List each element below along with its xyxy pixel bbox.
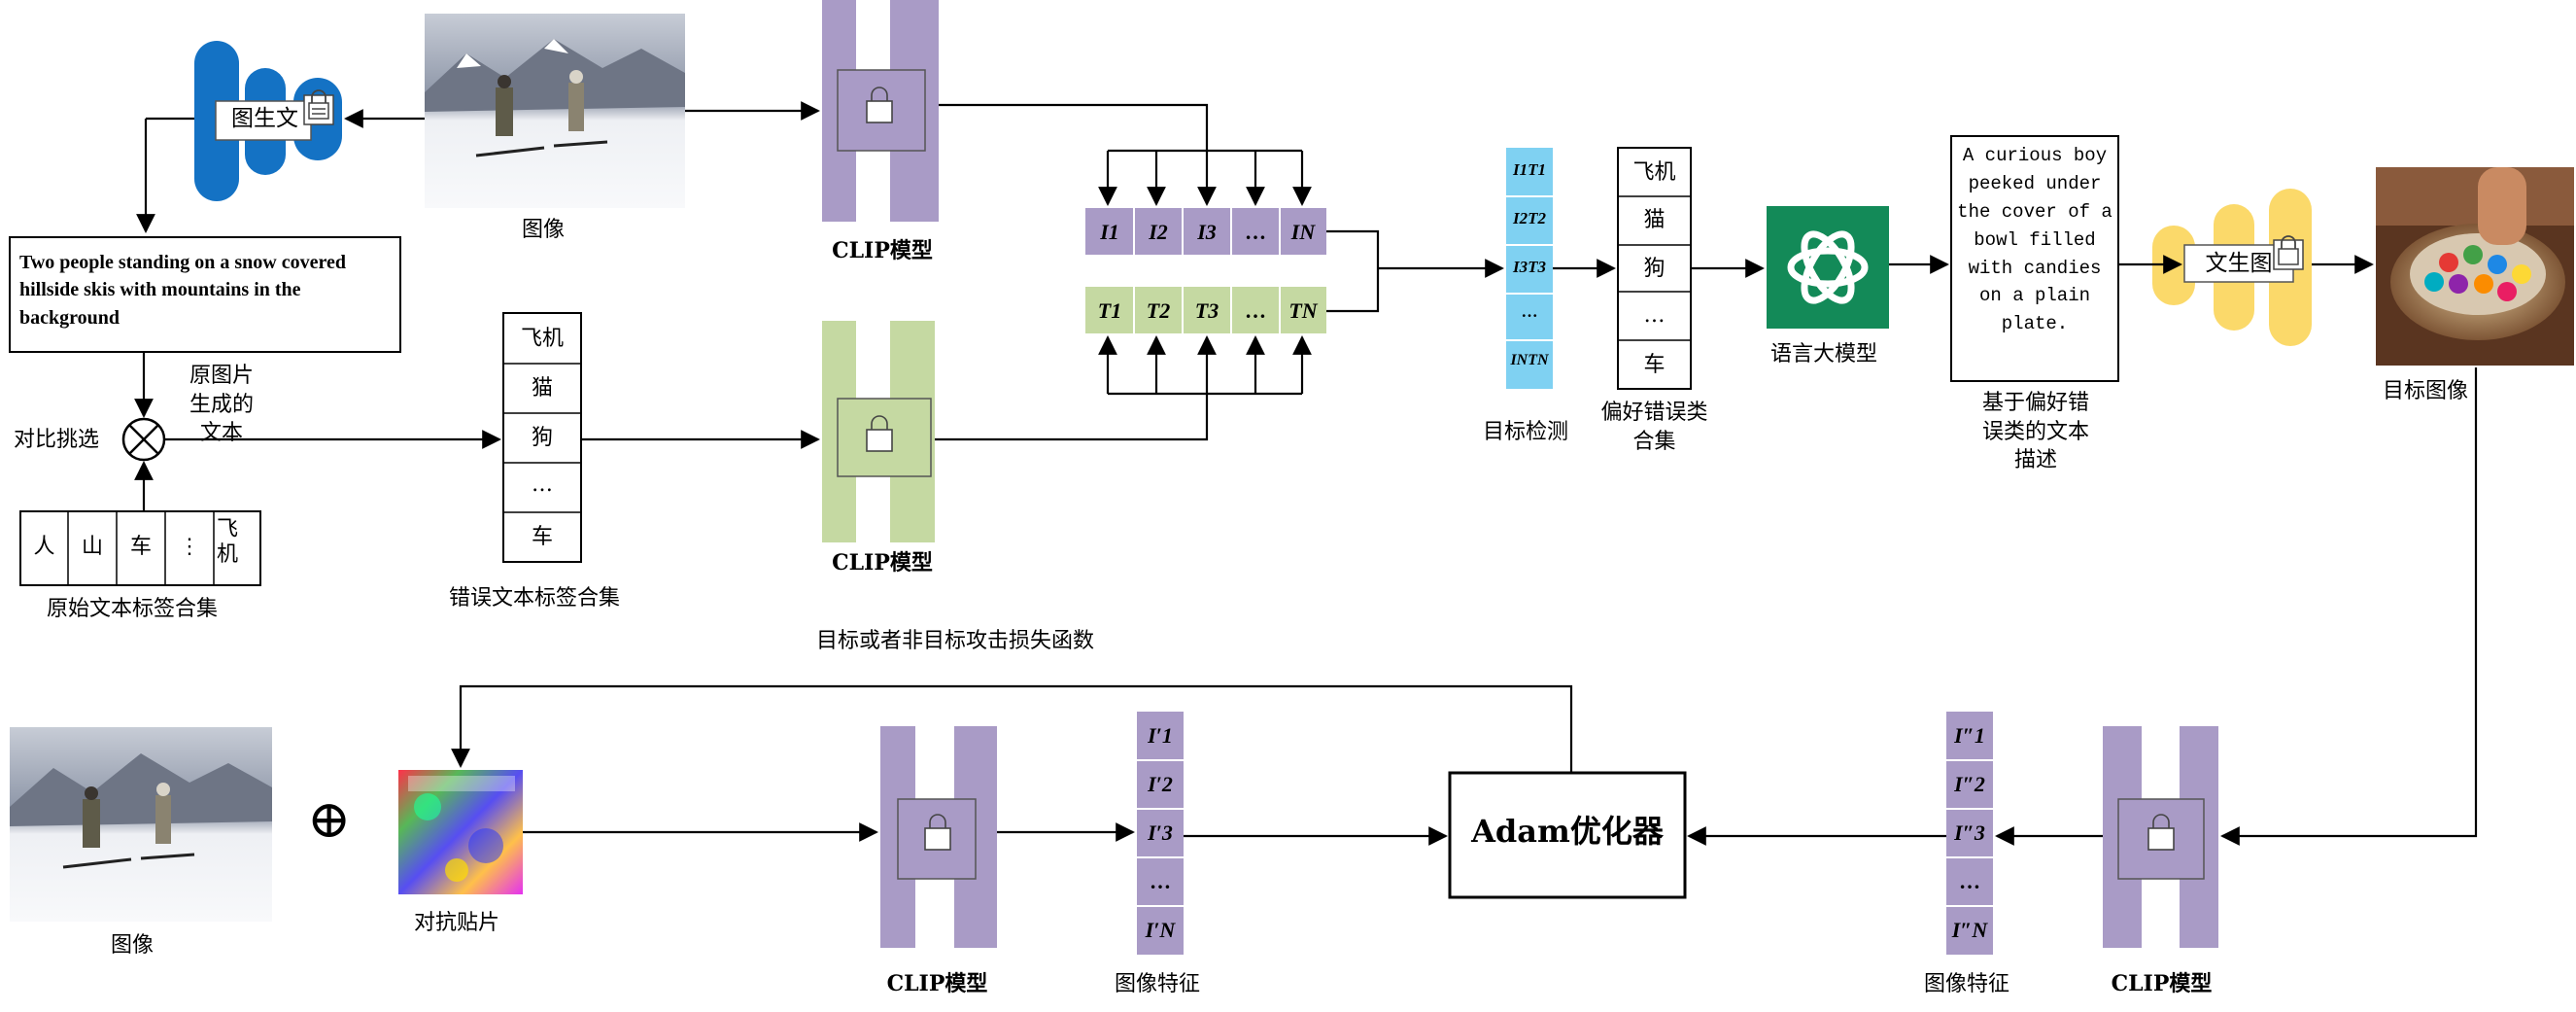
loss-label: 目标或者非目标攻击损失函数 [816,629,1095,653]
ski-photo-top [425,14,685,208]
feat-label-b: 图像特征 [1924,972,2010,996]
feat-b-1: I″2 [1954,772,1985,796]
feat-a-4: I′N [1145,918,1176,942]
orig-caption-label: 原图片生成的文本 [189,364,254,446]
llm-label: 语言大模型 [1770,342,1878,366]
orig-tag-1: 山 [81,535,103,559]
det-item-4: INTN [1510,352,1549,368]
clip-label-bottom-left: CLIP模型 [886,971,988,996]
ski-photo-bottom [10,727,272,922]
image-feat-0: I1 [1100,220,1119,244]
wrong-tag-0: 飞机 [520,327,564,351]
desc-text: A curious boy peeked under the cover of … [1957,145,2112,335]
det-item-1: I2T2 [1513,209,1546,227]
feat-a-3: … [1150,869,1171,893]
image-label-bottom: 图像 [111,933,155,958]
target-image [2376,167,2574,366]
wrong-tags-label: 错误文本标签合集 [449,586,621,611]
llm-logo-icon [1767,206,1889,329]
adam-label: Adam优化器 [1471,813,1664,850]
det-label: 目标检测 [1483,420,1569,444]
det-item-2: I3T3 [1513,258,1546,276]
orig-tag-2: 车 [129,535,152,559]
orig-tag-3: ⋮ [179,535,200,559]
feat-label-a: 图像特征 [1115,972,1201,996]
feat-b-0: I″1 [1954,723,1985,748]
image-feat-4: IN [1290,220,1316,244]
text-feat-3: … [1245,298,1266,323]
target-label: 目标图像 [2383,379,2469,403]
text-feat-1: T2 [1146,298,1171,323]
image-feat-3: … [1245,220,1266,244]
feat-b-2: I″3 [1954,820,1985,845]
image-label-top: 图像 [522,218,566,242]
orig-tags-label: 原始文本标签合集 [47,597,219,621]
pref-item-2: 狗 [1643,257,1666,281]
det-item-3: … [1521,302,1538,321]
text-feat-0: T1 [1097,298,1122,323]
wrong-tag-2: 狗 [531,426,553,450]
plus-operator: ⊕ [307,788,352,850]
orig-tag-4: 飞机 [216,517,238,568]
wrong-tag-3: … [532,472,553,497]
caption-text: Two people standing on a snow covered hi… [19,252,346,329]
compare-label: 对比挑选 [14,428,100,452]
lock-icon [303,89,334,125]
feat-a-2: I′3 [1148,820,1173,845]
adversarial-patch [398,770,523,894]
pref-item-4: 车 [1643,353,1666,377]
feat-a-1: I′2 [1148,772,1173,796]
orig-tag-0: 人 [33,535,55,559]
clip-label-top: CLIP模型 [832,238,933,263]
text-feat-2: T3 [1194,298,1219,323]
wrong-tag-1: 猫 [531,376,553,401]
det-item-0: I1T1 [1513,160,1546,179]
feat-b-3: … [1959,869,1980,893]
text-feat-4: TN [1288,298,1318,323]
image-feat-2: I3 [1197,220,1217,244]
img2text-label: 图生文 [231,106,298,131]
pref-item-3: … [1643,303,1666,328]
pref-item-1: 猫 [1643,208,1666,232]
feat-a-0: I′1 [1148,723,1173,748]
pref-item-0: 飞机 [1632,160,1676,185]
clip-label-middle: CLIP模型 [832,550,933,576]
patch-label: 对抗贴片 [414,911,500,935]
feat-b-4: I″N [1951,918,1988,942]
diagram-canvas [9,0,2574,955]
image-feat-1: I2 [1149,220,1168,244]
clip-label-bottom-right: CLIP模型 [2111,971,2213,996]
desc-label: 基于偏好错误类的文本描述 [1981,391,2089,473]
wrong-tag-4: 车 [531,525,553,549]
compare-operator [121,417,166,462]
text2img-label: 文生图 [2205,251,2273,276]
pref-label: 偏好错误类合集 [1600,401,1708,454]
